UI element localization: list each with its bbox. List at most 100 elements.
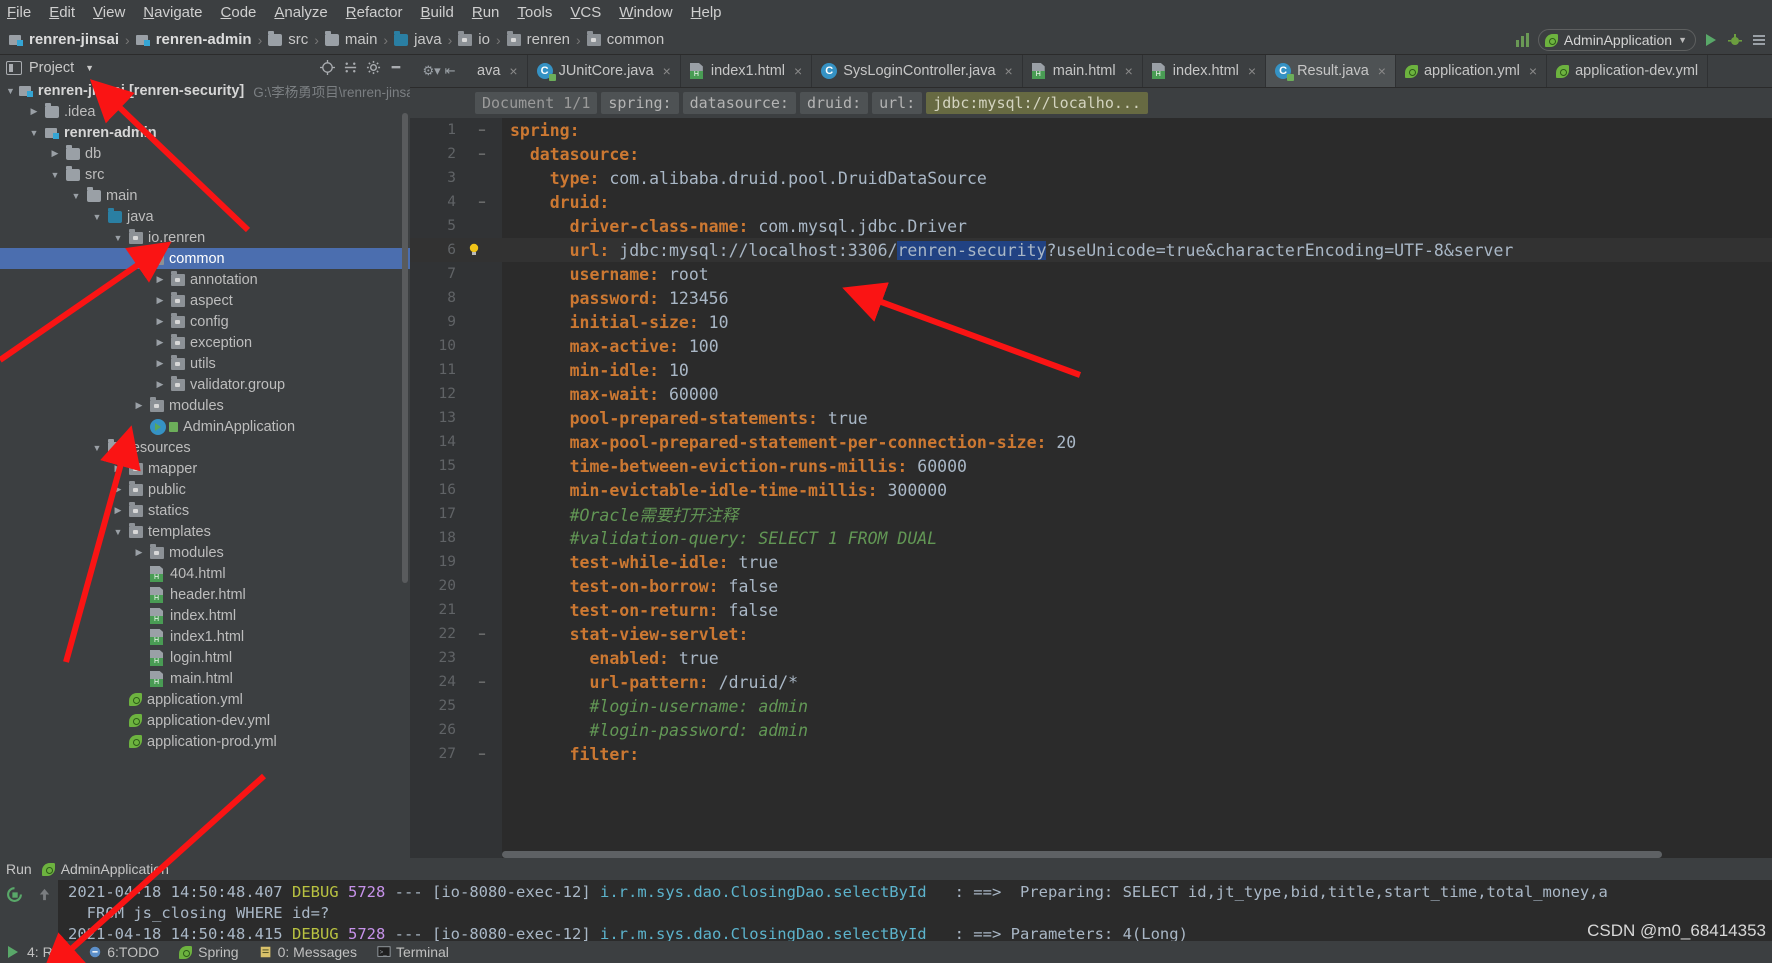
tab-tools[interactable]: ⚙▾ ⇤ (410, 55, 468, 87)
tree-row-validator.group[interactable]: ▶ validator.group (0, 374, 410, 395)
project-tree-scrollbar[interactable] (402, 113, 408, 583)
stack-icon[interactable] (1514, 31, 1532, 49)
run-icon[interactable] (1702, 31, 1720, 49)
code-line-27[interactable]: 27− filter: (410, 742, 1772, 766)
editor-tab-syslogincontroller.java[interactable]: C SysLoginController.java × (812, 55, 1023, 87)
breadcrumb-item-io[interactable]: io (455, 30, 493, 48)
more-icon[interactable] (1750, 31, 1768, 49)
breadcrumb-item-renren-admin[interactable]: renren-admin (133, 31, 255, 48)
code-line-9[interactable]: 9 initial-size: 10 (410, 310, 1772, 334)
code-line-13[interactable]: 13 pool-prepared-statements: true (410, 406, 1772, 430)
code-line-23[interactable]: 23 enabled: true (410, 646, 1772, 670)
code-line-2[interactable]: 2− datasource: (410, 142, 1772, 166)
tree-row-exception[interactable]: ▶ exception (0, 332, 410, 353)
chevron-down-icon[interactable]: ▼ (111, 527, 125, 537)
tree-row-.idea[interactable]: ▶ .idea (0, 101, 410, 122)
menu-item-view[interactable]: View (84, 2, 134, 23)
run-configuration-selector[interactable]: AdminApplication ▼ (1537, 29, 1696, 51)
code-line-8[interactable]: 8 password: 123456 (410, 286, 1772, 310)
menu-item-refactor[interactable]: Refactor (337, 2, 412, 23)
chevron-right-icon[interactable]: ▶ (111, 463, 125, 474)
chevron-right-icon[interactable]: ▶ (153, 274, 167, 285)
tree-row-index.html[interactable]: Hindex.html (0, 605, 410, 626)
tree-row-utils[interactable]: ▶ utils (0, 353, 410, 374)
editor-breadcrumb-chip[interactable]: url: (872, 92, 923, 114)
fold-toggle-icon[interactable]: − (462, 747, 502, 761)
chevron-right-icon[interactable]: ▶ (48, 148, 62, 159)
close-icon[interactable]: × (1125, 63, 1133, 79)
tree-row-login.html[interactable]: Hlogin.html (0, 647, 410, 668)
code-line-20[interactable]: 20 test-on-borrow: false (410, 574, 1772, 598)
tree-row-application-dev.yml[interactable]: application-dev.yml (0, 710, 410, 731)
intention-bulb-icon[interactable] (466, 242, 482, 258)
chevron-down-icon[interactable]: ▼ (48, 170, 62, 180)
fold-toggle-icon[interactable]: − (462, 195, 502, 209)
editor-tab-application-dev.yml[interactable]: application-dev.yml (1547, 55, 1709, 87)
close-icon[interactable]: × (1529, 63, 1537, 79)
code-line-14[interactable]: 14 max-pool-prepared-statement-per-conne… (410, 430, 1772, 454)
breadcrumb-item-java[interactable]: java (391, 30, 445, 48)
chevron-right-icon[interactable]: ▶ (153, 295, 167, 306)
expand-icon[interactable]: » (4, 934, 24, 942)
close-icon[interactable]: × (1005, 63, 1013, 79)
code-line-1[interactable]: 1− spring: (410, 118, 1772, 142)
chevron-right-icon[interactable]: ▶ (111, 484, 125, 495)
up-arrow-icon[interactable] (34, 884, 54, 904)
chevron-down-icon[interactable]: ▼ (132, 254, 146, 264)
tree-row-main[interactable]: ▼ main (0, 185, 410, 206)
code-line-7[interactable]: 7 username: root (410, 262, 1772, 286)
code-line-22[interactable]: 22− stat-view-servlet: (410, 622, 1772, 646)
editor-horizontal-scrollbar[interactable] (502, 851, 1662, 858)
tree-row-annotation[interactable]: ▶ annotation (0, 269, 410, 290)
tree-row-404.html[interactable]: H 404.html (0, 563, 410, 584)
code-line-15[interactable]: 15 time-between-eviction-runs-millis: 60… (410, 454, 1772, 478)
tree-row-io.renren[interactable]: ▼ io.renren (0, 227, 410, 248)
tree-row-resources[interactable]: ▼ resources (0, 437, 410, 458)
close-icon[interactable]: × (509, 63, 517, 79)
editor-tab-index.html[interactable]: Hindex.html × (1142, 55, 1267, 87)
code-line-5[interactable]: 5 driver-class-name: com.mysql.jdbc.Driv… (410, 214, 1772, 238)
status-item-6-todo[interactable]: 6:TODO (88, 944, 159, 960)
chevron-down-icon[interactable]: ▼ (1678, 35, 1687, 45)
editor-tab-application.yml[interactable]: application.yml × (1395, 55, 1548, 87)
code-line-10[interactable]: 10 max-active: 100 (410, 334, 1772, 358)
expand2-icon[interactable]: » (34, 934, 54, 942)
chevron-down-icon[interactable]: ▼ (69, 191, 83, 201)
code-line-3[interactable]: 3 type: com.alibaba.druid.pool.DruidData… (410, 166, 1772, 190)
editor-tab-junitcore.java[interactable]: C JUnitCore.java × (527, 55, 681, 87)
code-line-4[interactable]: 4− druid: (410, 190, 1772, 214)
tree-row-config[interactable]: ▶ config (0, 311, 410, 332)
locate-icon[interactable] (319, 60, 335, 76)
chevron-down-icon[interactable]: ▼ (85, 63, 94, 73)
code-line-17[interactable]: 17 #Oracle需要打开注释 (410, 502, 1772, 526)
close-icon[interactable]: × (794, 63, 802, 79)
chevron-down-icon[interactable]: ▼ (90, 443, 104, 453)
breadcrumb-item-common[interactable]: common (584, 30, 668, 48)
code-line-26[interactable]: 26 #login-password: admin (410, 718, 1772, 742)
status-item-spring[interactable]: Spring (179, 944, 239, 960)
menu-item-edit[interactable]: Edit (40, 2, 84, 23)
code-area[interactable]: 1− spring: 2− datasource: 3 type: com.aliba… (410, 118, 1772, 858)
tree-row-statics[interactable]: ▶ statics (0, 500, 410, 521)
tree-row-aspect[interactable]: ▶ aspect (0, 290, 410, 311)
editor-breadcrumb-value[interactable]: jdbc:mysql://localho... (926, 92, 1148, 114)
code-line-24[interactable]: 24− url-pattern: /druid/* (410, 670, 1772, 694)
close-icon[interactable]: × (663, 63, 671, 79)
fold-toggle-icon[interactable]: − (462, 147, 502, 161)
chevron-right-icon[interactable]: ▶ (132, 400, 146, 411)
breadcrumb-item-src[interactable]: src (265, 30, 311, 48)
editor-tab-ava[interactable]: ava × (468, 55, 528, 87)
fold-toggle-icon[interactable]: − (462, 627, 502, 641)
chevron-down-icon[interactable]: ▼ (27, 128, 41, 138)
code-line-6[interactable]: 6 url: jdbc:mysql://localhost:3306/renre… (410, 238, 1772, 262)
code-line-12[interactable]: 12 max-wait: 60000 (410, 382, 1772, 406)
status-item-0--messages[interactable]: 0: Messages (259, 944, 357, 960)
breadcrumb-item-renren-jinsai[interactable]: renren-jinsai (6, 31, 122, 48)
code-line-21[interactable]: 21 test-on-return: false (410, 598, 1772, 622)
tree-row-common[interactable]: ▼ common (0, 248, 410, 269)
code-line-18[interactable]: 18 #validation-query: SELECT 1 FROM DUAL (410, 526, 1772, 550)
close-icon[interactable]: × (1248, 63, 1256, 79)
tree-row-db[interactable]: ▶ db (0, 143, 410, 164)
chevron-down-icon[interactable]: ▼ (111, 233, 125, 243)
menu-item-vcs[interactable]: VCS (561, 2, 610, 23)
